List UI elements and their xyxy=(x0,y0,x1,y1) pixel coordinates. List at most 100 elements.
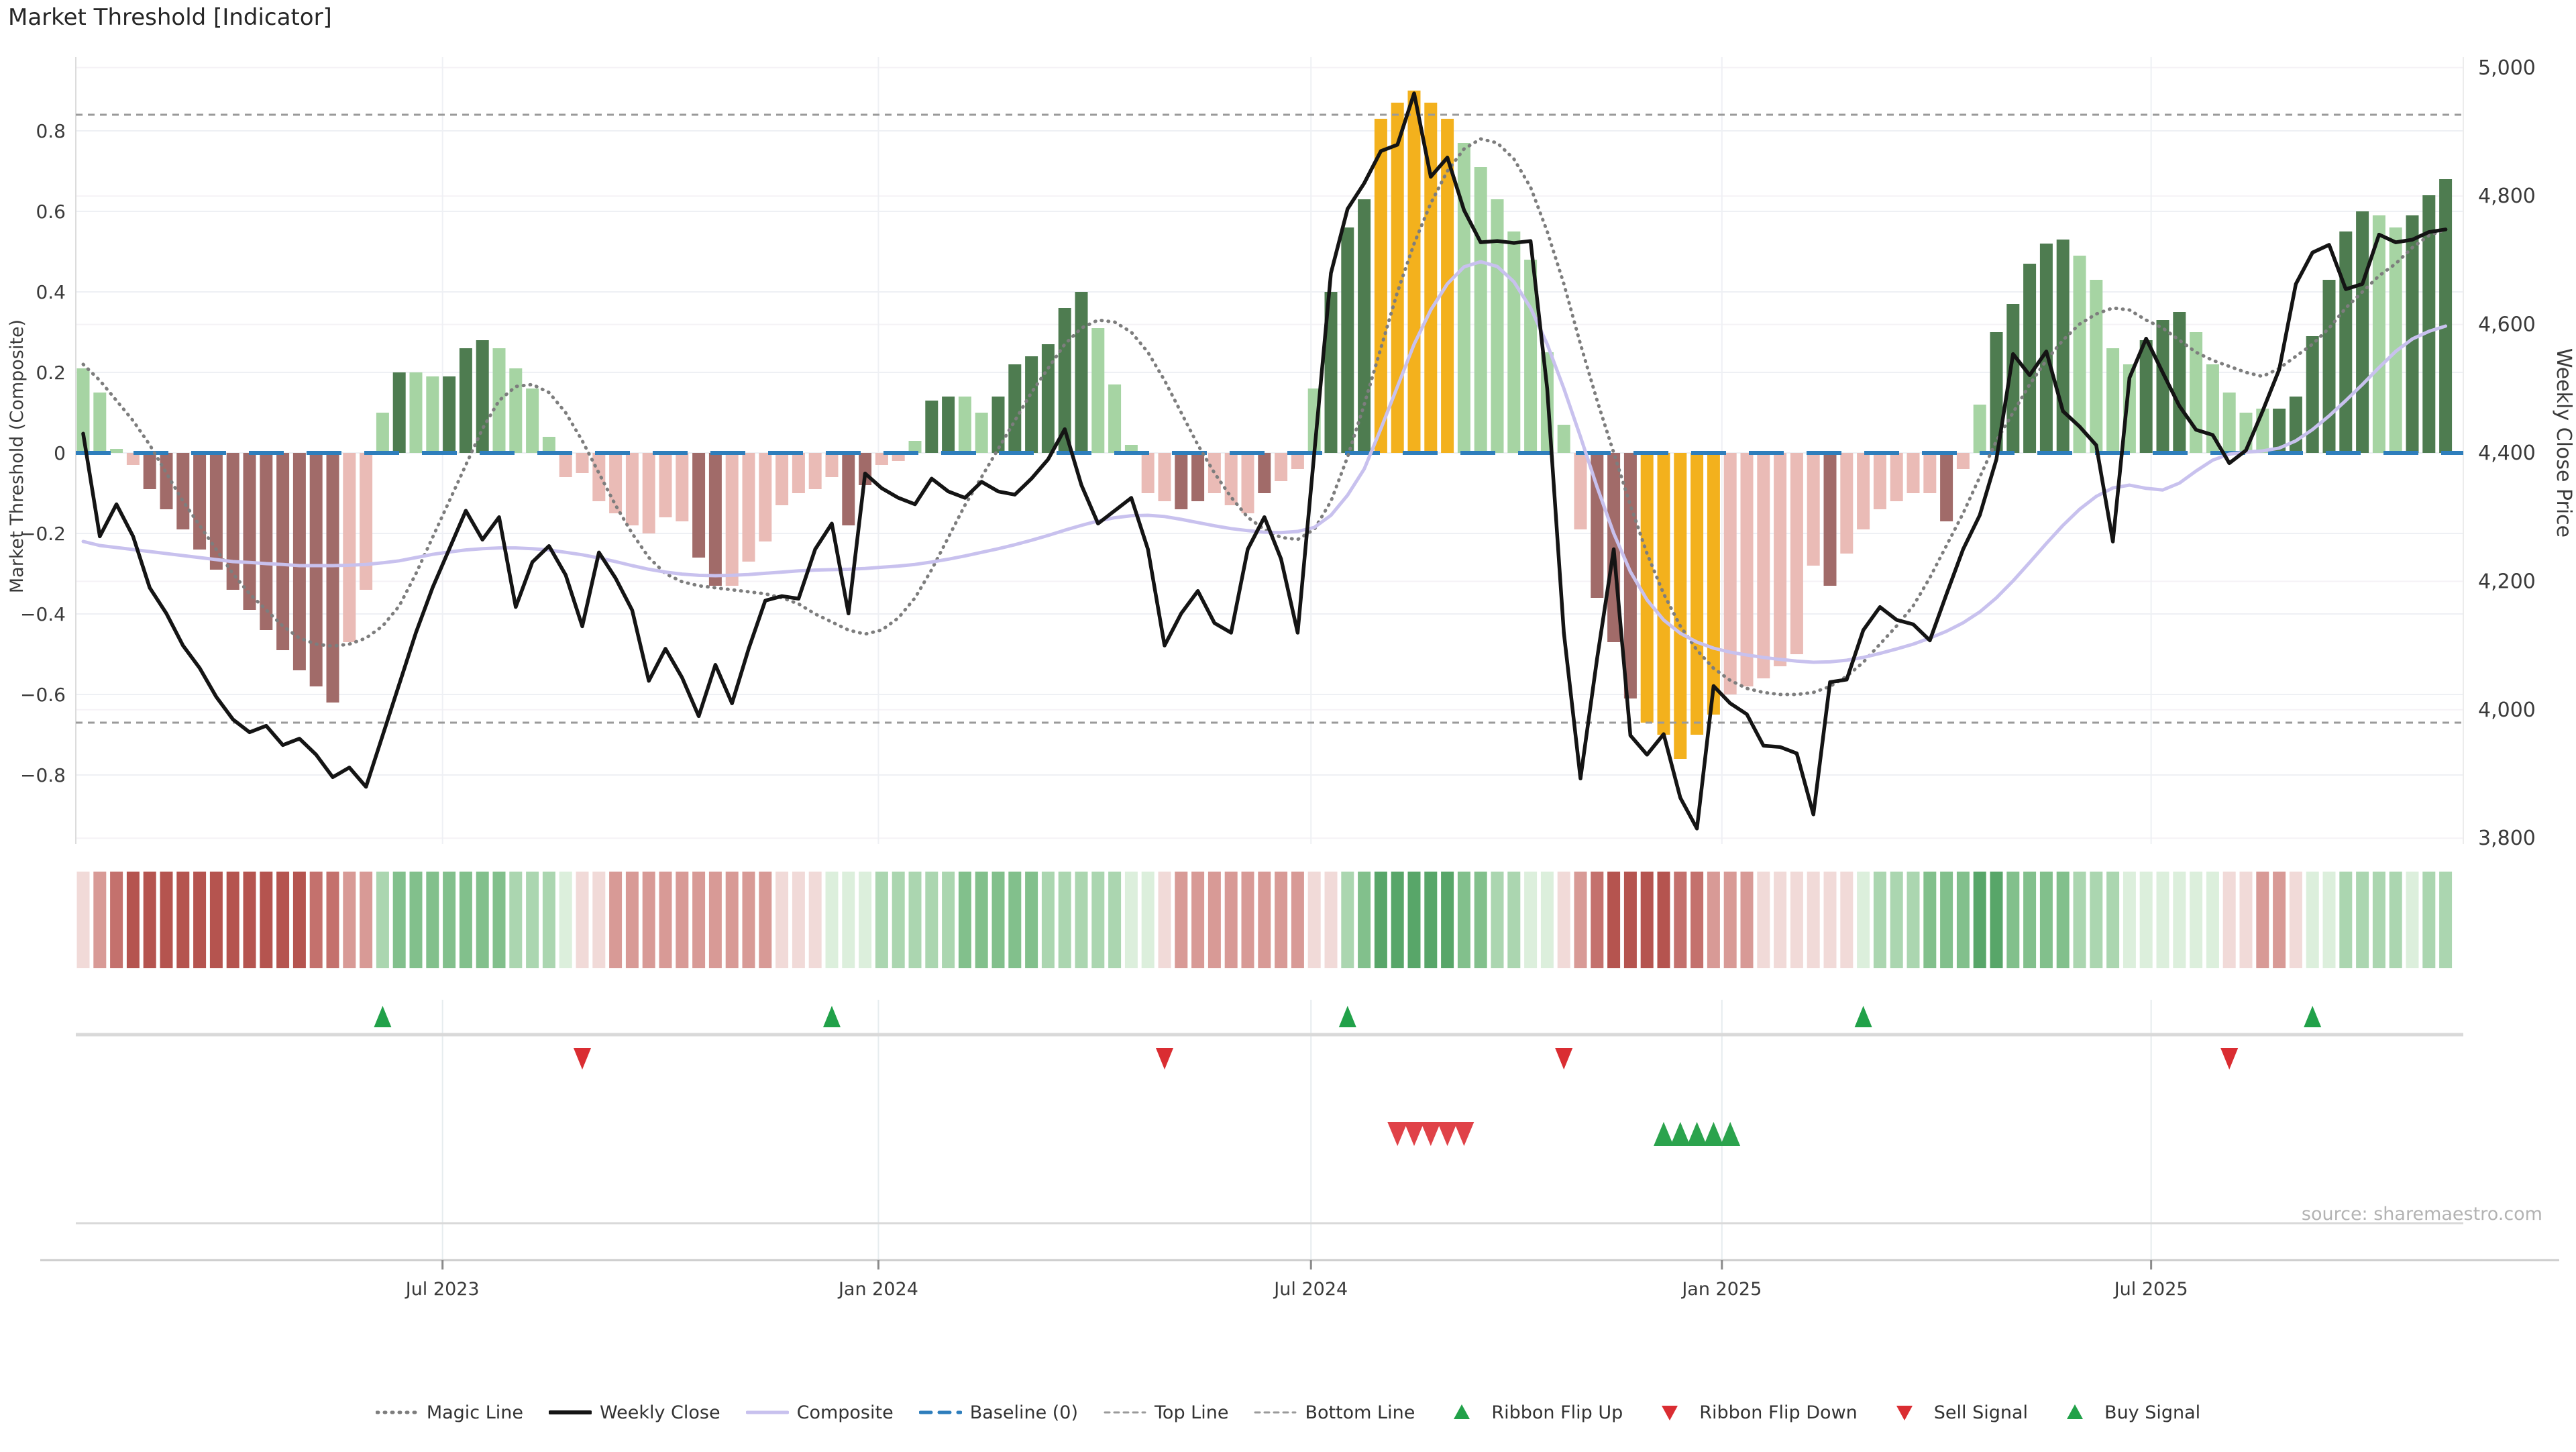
ribbon-stripe xyxy=(2323,872,2336,968)
threshold-bar xyxy=(992,397,1005,453)
threshold-bar xyxy=(692,453,705,558)
ribbon-stripe xyxy=(1008,872,1021,968)
ribbon-stripe xyxy=(576,872,589,968)
threshold-bar xyxy=(1840,453,1853,554)
threshold-bar xyxy=(559,453,572,477)
ribbon-stripe xyxy=(692,872,705,968)
threshold-bar xyxy=(626,453,639,525)
threshold-bar xyxy=(1641,453,1654,723)
ribbon-stripe xyxy=(1325,872,1338,968)
ribbon-stripe xyxy=(1291,872,1304,968)
ribbon-stripe xyxy=(210,872,223,968)
threshold-bar xyxy=(2157,320,2169,453)
threshold-bar xyxy=(726,453,739,586)
threshold-bar xyxy=(1807,453,1820,566)
left-axis-tick-label: −0.4 xyxy=(20,603,66,625)
gridlines xyxy=(76,57,2463,1260)
ribbon-stripe xyxy=(659,872,672,968)
ribbon-stripe xyxy=(2040,872,2053,968)
right-axis-tick-label: 4,600 xyxy=(2478,313,2536,337)
threshold-bar xyxy=(1225,453,1238,505)
legend-item-baseline-0-: Baseline (0) xyxy=(919,1401,1078,1424)
ribbon-stripe xyxy=(726,872,739,968)
ribbon-stripe xyxy=(1957,872,1970,968)
legend-item-label: Magic Line xyxy=(427,1402,523,1423)
threshold-bar xyxy=(2140,340,2153,453)
ribbon-stripe xyxy=(859,872,871,968)
ribbon-stripe xyxy=(2190,872,2202,968)
legend-item-label: Baseline (0) xyxy=(970,1402,1078,1423)
ribbon-stripe xyxy=(176,872,189,968)
down-triangle-icon xyxy=(1648,1401,1691,1424)
threshold-bar xyxy=(2106,348,2119,453)
buy-signal-marker xyxy=(1670,1122,1690,1146)
threshold-bar xyxy=(93,393,106,453)
ribbon-stripe xyxy=(110,872,123,968)
threshold-bar xyxy=(376,413,389,453)
ribbon-stripe xyxy=(1358,872,1371,968)
ribbon-stripe xyxy=(493,872,506,968)
ribbon-stripe xyxy=(443,872,455,968)
ribbon-stripe xyxy=(2339,872,2352,968)
ribbon-stripe xyxy=(1275,872,1287,968)
ribbon-stripe xyxy=(1225,872,1238,968)
ribbon-stripe xyxy=(276,872,289,968)
ribbon-stripe xyxy=(1974,872,1986,968)
threshold-bar xyxy=(493,348,506,453)
threshold-bar xyxy=(443,376,455,453)
threshold-bar xyxy=(1108,384,1121,453)
threshold-bar xyxy=(1507,231,1520,453)
legend-item-label: Weekly Close xyxy=(600,1402,720,1423)
threshold-bar xyxy=(792,453,805,493)
threshold-bar xyxy=(310,453,323,686)
ribbon-stripe xyxy=(1424,872,1437,968)
legend-item-weekly-close: Weekly Close xyxy=(549,1401,720,1424)
ribbon-stripe xyxy=(426,872,439,968)
legend-item-buy-signal: Buy Signal xyxy=(2053,1401,2200,1424)
threshold-bar xyxy=(2306,336,2319,453)
ribbon-stripe xyxy=(526,872,539,968)
threshold-bar xyxy=(476,340,489,453)
ribbon-stripe xyxy=(1408,872,1421,968)
ribbon-stripe xyxy=(127,872,140,968)
threshold-bar xyxy=(592,453,605,501)
ribbon-flip-up-marker xyxy=(823,1006,841,1027)
threshold-bar xyxy=(1175,453,1187,509)
threshold-bar xyxy=(360,453,372,590)
right-axis-tick-label: 3,800 xyxy=(2478,827,2536,850)
threshold-bar xyxy=(193,453,206,550)
threshold-bar xyxy=(2040,244,2053,453)
ribbon-stripe xyxy=(626,872,639,968)
ribbon-stripe xyxy=(1607,872,1620,968)
ribbon-stripe xyxy=(909,872,922,968)
ribbon-stripe xyxy=(1774,872,1786,968)
ribbon-stripe xyxy=(875,872,888,968)
ribbon-stripe xyxy=(2023,872,2036,968)
sell-signal-marker xyxy=(1454,1122,1474,1146)
dashed-line-swatch xyxy=(1104,1401,1146,1424)
left-axis-tick-label: 0.6 xyxy=(36,201,66,223)
ribbon-stripe xyxy=(1524,872,1537,968)
ribbon-stripe xyxy=(2240,872,2253,968)
ribbon-stripe xyxy=(2306,872,2319,968)
threshold-bar xyxy=(1341,227,1354,453)
threshold-bar xyxy=(1658,453,1670,735)
ribbon-flip-up-marker xyxy=(2304,1006,2321,1027)
ribbon-stripe xyxy=(1441,872,1454,968)
threshold-bar xyxy=(426,376,439,453)
threshold-bar xyxy=(1291,453,1304,469)
ribbon-stripe xyxy=(743,872,755,968)
ribbon-stripe xyxy=(709,872,722,968)
left-axis-tick-label: −0.8 xyxy=(20,764,66,786)
ribbon-stripe xyxy=(543,872,555,968)
threshold-bar xyxy=(959,397,971,453)
threshold-bar xyxy=(925,401,938,453)
ribbon-stripe xyxy=(460,872,472,968)
ribbon-stripe xyxy=(1990,872,2003,968)
ribbon-stripe xyxy=(1641,872,1654,968)
ribbon-stripe xyxy=(1591,872,1603,968)
weekly-close-swatch xyxy=(549,1401,592,1424)
ribbon-stripe xyxy=(509,872,522,968)
ribbon-flip-up-marker xyxy=(374,1006,391,1027)
threshold-bar xyxy=(2339,231,2352,453)
